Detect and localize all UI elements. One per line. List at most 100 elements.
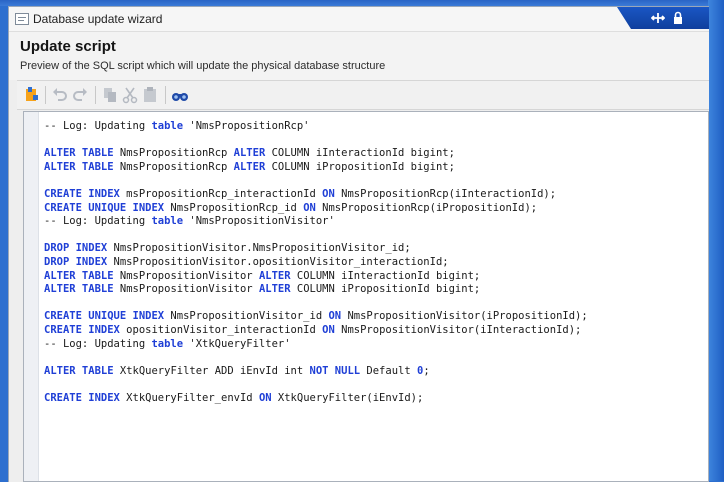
sql-text: NmsPropositionVisitor.NmsPropositionVisi…	[107, 242, 411, 255]
sql-keyword: ALTER TABLE	[44, 364, 114, 377]
sql-keyword: ALTER	[258, 283, 291, 296]
copy-icon[interactable]	[101, 86, 119, 104]
script-line: CREATE INDEX XtkQueryFilter_envId ON Xtk…	[44, 392, 588, 406]
sql-text: NmsPropositionRcp(iPropositionId);	[315, 201, 538, 214]
paste-icon[interactable]	[141, 86, 159, 104]
script-line: CREATE INDEX opositionVisitor_interactio…	[44, 324, 588, 338]
sql-keyword: CREATE UNIQUE INDEX	[44, 310, 165, 323]
sql-text: NmsPropositionVisitor_id	[164, 310, 329, 323]
sql-text: msPropositionRcp_interactionId	[119, 187, 323, 200]
sql-text: XtkQueryFilter_envId	[119, 391, 259, 404]
sql-keyword: table	[151, 215, 184, 228]
title-bar[interactable]: Database update wizard	[9, 7, 709, 32]
script-line: ALTER TABLE NmsPropositionVisitor ALTER …	[44, 270, 588, 284]
window-controls	[617, 7, 709, 29]
script-line: ALTER TABLE NmsPropositionVisitor ALTER …	[44, 283, 588, 297]
editor-gutter	[24, 112, 39, 481]
sql-text: NmsPropositionRcp_id	[164, 201, 304, 214]
sql-text: ;	[423, 364, 430, 377]
sql-text: -- Log: Updating	[44, 215, 152, 228]
sql-text: XtkQueryFilter(iEnvId);	[271, 391, 424, 404]
sql-keyword: ON	[328, 310, 342, 323]
sql-text: NmsPropositionRcp	[113, 160, 234, 173]
script-line	[44, 229, 588, 243]
sql-keyword: DROP INDEX	[44, 255, 108, 268]
page-title: Update script	[20, 38, 116, 55]
sql-text: COLUMN iPropositionId bigint;	[290, 283, 481, 296]
script-line: DROP INDEX NmsPropositionVisitor.NmsProp…	[44, 242, 588, 256]
wizard-dialog: Database update wizard Update script Pre…	[8, 6, 709, 482]
sql-text: NmsPropositionVisitor.opositionVisitor_i…	[107, 255, 449, 268]
toolbar-separator	[45, 86, 46, 104]
sql-text: NmsPropositionRcp	[113, 147, 234, 160]
script-line	[44, 297, 588, 311]
sql-keyword: ON	[322, 323, 335, 336]
sql-text: NmsPropositionVisitor(iInteractionId);	[334, 323, 582, 336]
redo-icon[interactable]	[71, 86, 89, 104]
sql-text: Default	[360, 364, 417, 377]
script-line: -- Log: Updating table 'NmsPropositionRc…	[44, 120, 588, 134]
sql-keyword: ALTER TABLE	[44, 147, 114, 160]
sql-keyword: CREATE INDEX	[44, 187, 120, 200]
sql-text: COLUMN iPropositionId bigint;	[265, 160, 455, 173]
sql-text: NmsPropositionVisitor	[113, 269, 259, 282]
script-line	[44, 174, 588, 188]
script-line: ALTER TABLE NmsPropositionRcp ALTER COLU…	[44, 147, 588, 161]
sql-keyword: ALTER TABLE	[44, 283, 114, 296]
sql-keyword: ALTER	[258, 269, 291, 282]
find-icon[interactable]	[171, 86, 189, 104]
sql-text: XtkQueryFilter ADD iEnvId int	[113, 364, 310, 377]
sql-keyword: CREATE UNIQUE INDEX	[44, 201, 165, 214]
window-title: Database update wizard	[33, 12, 163, 26]
sql-script-editor[interactable]: -- Log: Updating table 'NmsPropositionRc…	[23, 111, 709, 482]
wizard-header: Update script Preview of the SQL script …	[9, 32, 709, 80]
sql-text: -- Log: Updating	[44, 337, 152, 350]
sql-keyword: ALTER	[233, 147, 266, 160]
script-line: CREATE UNIQUE INDEX NmsPropositionVisito…	[44, 310, 588, 324]
script-line	[44, 134, 588, 148]
script-line: -- Log: Updating table 'NmsPropositionVi…	[44, 215, 588, 229]
sql-keyword: DROP INDEX	[44, 242, 108, 255]
script-line: DROP INDEX NmsPropositionVisitor.opositi…	[44, 256, 588, 270]
sql-text: 'NmsPropositionVisitor'	[183, 215, 335, 228]
sql-keyword: table	[151, 120, 184, 132]
sql-keyword: ALTER TABLE	[44, 160, 114, 173]
undo-icon[interactable]	[51, 86, 69, 104]
resize-icon[interactable]	[650, 11, 666, 25]
sql-keyword: table	[151, 337, 184, 350]
sql-text: NmsPropositionRcp(iInteractionId);	[334, 187, 557, 200]
script-line	[44, 351, 588, 365]
sql-keyword: ON	[303, 201, 316, 214]
script-line	[44, 378, 588, 392]
script-line: CREATE INDEX msPropositionRcp_interactio…	[44, 188, 588, 202]
sql-text: NmsPropositionVisitor(iPropositionId);	[341, 310, 588, 323]
toolbar-separator	[165, 86, 166, 104]
page-subtitle: Preview of the SQL script which will upd…	[20, 60, 386, 72]
new-document-icon[interactable]	[23, 86, 41, 104]
cut-icon[interactable]	[121, 86, 139, 104]
sql-keyword: CREATE INDEX	[44, 391, 120, 404]
sql-text: 'NmsPropositionRcp'	[183, 120, 310, 132]
sql-keyword: CREATE INDEX	[44, 323, 120, 336]
sql-text: COLUMN iInteractionId bigint;	[265, 147, 455, 160]
editor-toolbar	[17, 80, 709, 110]
window-icon	[15, 13, 29, 25]
script-line: CREATE UNIQUE INDEX NmsPropositionRcp_id…	[44, 202, 588, 216]
sql-text: opositionVisitor_interactionId	[119, 323, 323, 336]
desktop-background	[708, 0, 724, 481]
script-line: ALTER TABLE NmsPropositionRcp ALTER COLU…	[44, 161, 588, 175]
sql-script-text[interactable]: -- Log: Updating table 'NmsPropositionRc…	[44, 120, 588, 405]
sql-keyword: NOT NULL	[309, 364, 361, 377]
sql-keyword: ON	[322, 187, 335, 200]
sql-text: NmsPropositionVisitor	[113, 283, 259, 296]
sql-keyword: ALTER	[233, 160, 266, 173]
sql-keyword: ON	[258, 391, 272, 404]
script-line: -- Log: Updating table 'XtkQueryFilter'	[44, 338, 588, 352]
sql-text: COLUMN iInteractionId bigint;	[290, 269, 481, 282]
script-line: ALTER TABLE XtkQueryFilter ADD iEnvId in…	[44, 365, 588, 379]
sql-text: -- Log: Updating	[44, 120, 152, 132]
sql-text: 'XtkQueryFilter'	[183, 337, 291, 350]
toolbar-separator	[95, 86, 96, 104]
sql-keyword: ALTER TABLE	[44, 269, 114, 282]
lock-icon[interactable]	[671, 11, 685, 25]
